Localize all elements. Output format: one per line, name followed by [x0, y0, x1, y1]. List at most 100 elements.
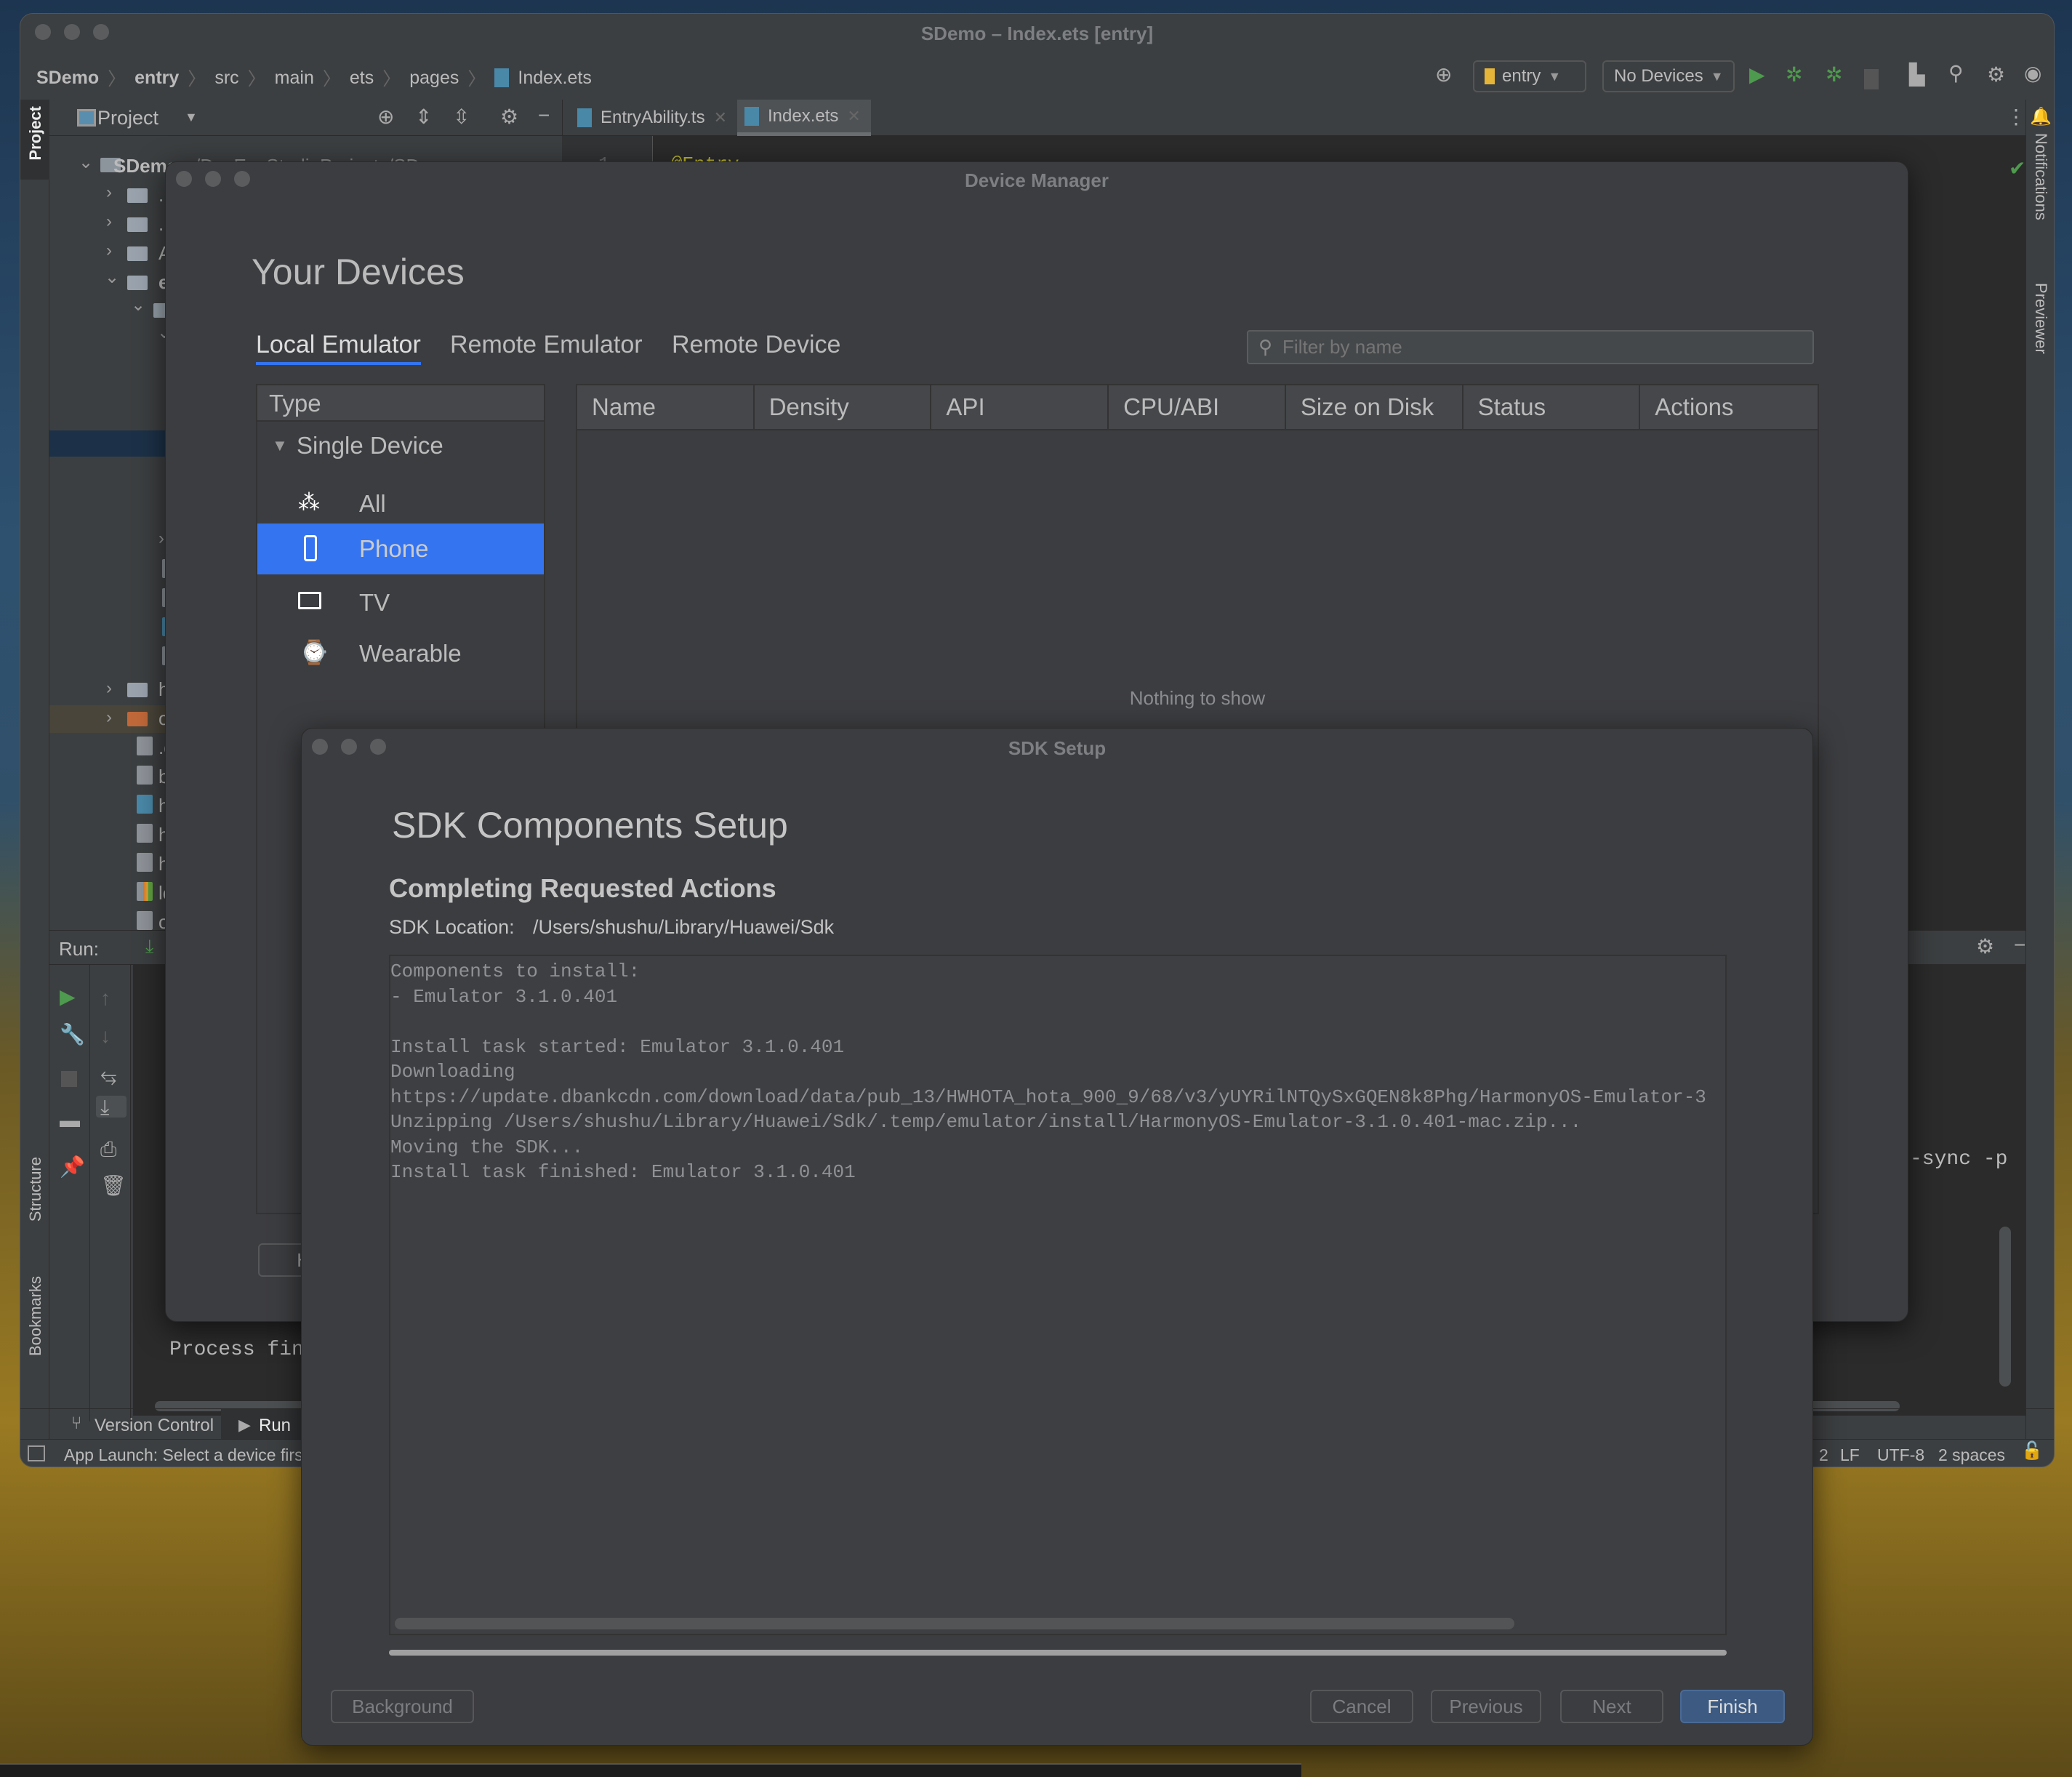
chevron-right-icon[interactable]: ›: [106, 212, 112, 232]
ts-file-icon: [137, 795, 153, 814]
rerun-icon[interactable]: ▶: [60, 987, 76, 1007]
project-view-selector[interactable]: Project: [97, 107, 158, 129]
tab-remote-emulator[interactable]: Remote Emulator: [450, 331, 643, 359]
gear-icon[interactable]: ⚙: [1987, 65, 2005, 85]
chevron-right-icon[interactable]: ›: [106, 241, 112, 261]
install-log[interactable]: Components to install: - Emulator 3.1.0.…: [389, 955, 1727, 1635]
type-item-all[interactable]: ⁂ All: [257, 480, 544, 529]
project-tool-label[interactable]: Project: [26, 106, 45, 161]
column-density[interactable]: Density: [755, 385, 932, 429]
column-api[interactable]: API: [931, 385, 1109, 429]
breadcrumb-item[interactable]: pages: [409, 68, 459, 89]
horizontal-scrollbar[interactable]: [395, 1618, 1514, 1629]
trash-icon[interactable]: 🗑: [100, 1176, 127, 1196]
arrow-up-icon[interactable]: ↑: [100, 988, 111, 1008]
table-header: Name Density API CPU/ABI Size on Disk St…: [577, 385, 1818, 430]
arrow-down-icon[interactable]: ↓: [100, 1026, 111, 1046]
previewer-tool-label[interactable]: Previewer: [2031, 283, 2050, 354]
wrench-icon[interactable]: 🔧: [60, 1024, 85, 1045]
column-size[interactable]: Size on Disk: [1286, 385, 1463, 429]
version-control-tab[interactable]: Version Control: [95, 1416, 214, 1436]
expand-all-icon[interactable]: ⇕: [415, 107, 432, 127]
background-button[interactable]: Background: [331, 1690, 474, 1723]
breadcrumb-item[interactable]: ets: [350, 68, 374, 89]
notifications-bell-icon[interactable]: 🔔: [2030, 108, 2052, 126]
notifications-tool-label[interactable]: Notifications: [2031, 133, 2050, 220]
chevron-down-icon: ▼: [1548, 68, 1562, 84]
column-name[interactable]: Name: [577, 385, 755, 429]
hide-panel-icon[interactable]: −: [538, 105, 550, 126]
collapse-all-icon[interactable]: ⇳: [453, 107, 470, 127]
tab-entryability[interactable]: EntryAbility.ts ✕: [570, 100, 734, 136]
breadcrumb-item[interactable]: entry: [134, 68, 179, 89]
tab-remote-device[interactable]: Remote Device: [672, 331, 840, 359]
project-structure-icon[interactable]: ▙: [1909, 65, 1925, 85]
encoding[interactable]: UTF-8: [1877, 1445, 1924, 1465]
version-control-icon: ⑂: [71, 1413, 82, 1433]
unlock-icon[interactable]: 🔓: [2021, 1443, 2043, 1460]
cancel-button[interactable]: Cancel: [1310, 1690, 1413, 1723]
more-options-icon[interactable]: ⋮: [2006, 107, 2026, 127]
gear-icon[interactable]: ⚙: [500, 107, 518, 127]
debug-icon[interactable]: ✲: [1786, 65, 1802, 85]
filter-input[interactable]: ⚲: [1247, 330, 1814, 364]
breadcrumb-item[interactable]: SDemo: [36, 68, 99, 89]
breadcrumb-item[interactable]: Index.ets: [518, 68, 591, 89]
finish-button[interactable]: Finish: [1680, 1690, 1785, 1723]
watch-icon: ⌚: [300, 639, 329, 665]
device-selector[interactable]: No Devices ▼: [1602, 60, 1735, 92]
tool-windows-icon[interactable]: [28, 1445, 45, 1461]
cursor-position[interactable]: 2: [1819, 1445, 1828, 1465]
chevron-down-icon[interactable]: ▼: [272, 436, 288, 455]
breadcrumb-item[interactable]: main: [275, 68, 314, 89]
target-icon[interactable]: ⊕: [1435, 65, 1452, 85]
filter-field[interactable]: [1282, 336, 1778, 358]
close-icon[interactable]: ✕: [847, 107, 860, 126]
folder-icon: [127, 683, 148, 697]
chevron-down-icon[interactable]: ⌄: [131, 294, 145, 316]
account-icon[interactable]: ◉: [2024, 63, 2041, 84]
vertical-scrollbar[interactable]: [1999, 1227, 2011, 1387]
column-actions[interactable]: Actions: [1640, 385, 1818, 429]
run-icon[interactable]: ▶: [1749, 65, 1765, 85]
gear-icon[interactable]: ⚙: [1976, 936, 1994, 957]
module-selector[interactable]: entry ▼: [1473, 60, 1586, 92]
tv-icon: [298, 592, 321, 609]
locate-icon[interactable]: ⊕: [377, 107, 394, 127]
column-cpu-abi[interactable]: CPU/ABI: [1109, 385, 1286, 429]
chevron-right-icon[interactable]: ›: [158, 529, 164, 549]
column-status[interactable]: Status: [1463, 385, 1641, 429]
print-icon[interactable]: ⎙: [100, 1139, 116, 1160]
indent-setting[interactable]: 2 spaces: [1938, 1445, 2005, 1465]
type-item-tv[interactable]: TV: [257, 579, 544, 628]
next-button[interactable]: Next: [1560, 1690, 1663, 1723]
attach-debugger-icon[interactable]: ✲: [1826, 65, 1842, 85]
bookmarks-tool-label[interactable]: Bookmarks: [26, 1276, 45, 1356]
hide-panel-icon[interactable]: −: [2014, 935, 2025, 955]
type-item-phone[interactable]: Phone: [257, 524, 544, 574]
device-group[interactable]: Single Device: [297, 432, 443, 460]
chevron-right-icon[interactable]: ›: [106, 182, 112, 203]
line-separator[interactable]: LF: [1840, 1445, 1860, 1465]
pin-icon[interactable]: 📌: [60, 1157, 85, 1177]
soft-wrap-icon[interactable]: ⥃: [100, 1065, 116, 1086]
chevron-down-icon[interactable]: ⌄: [79, 152, 93, 173]
tab-index[interactable]: Index.ets ✕: [737, 100, 871, 136]
chevron-down-icon[interactable]: ▼: [185, 110, 198, 125]
structure-tool-label[interactable]: Structure: [26, 1157, 45, 1222]
breadcrumb-item[interactable]: src: [214, 68, 238, 89]
type-item-wearable[interactable]: ⌚ Wearable: [257, 630, 544, 679]
status-message[interactable]: App Launch: Select a device first: [64, 1445, 308, 1465]
stop-icon[interactable]: [61, 1071, 77, 1087]
stop-icon[interactable]: [1864, 69, 1879, 89]
chevron-down-icon[interactable]: ⌄: [105, 267, 119, 288]
layout-icon[interactable]: ▬: [60, 1110, 80, 1131]
chevron-right-icon[interactable]: ›: [106, 678, 112, 699]
search-icon[interactable]: ⚲: [1948, 63, 1964, 84]
project-view-icon: [77, 109, 96, 127]
phone-icon: [304, 535, 317, 561]
tab-local-emulator[interactable]: Local Emulator: [256, 331, 421, 365]
chevron-right-icon[interactable]: ›: [106, 707, 112, 728]
close-icon[interactable]: ✕: [714, 108, 727, 127]
previous-button[interactable]: Previous: [1431, 1690, 1541, 1723]
